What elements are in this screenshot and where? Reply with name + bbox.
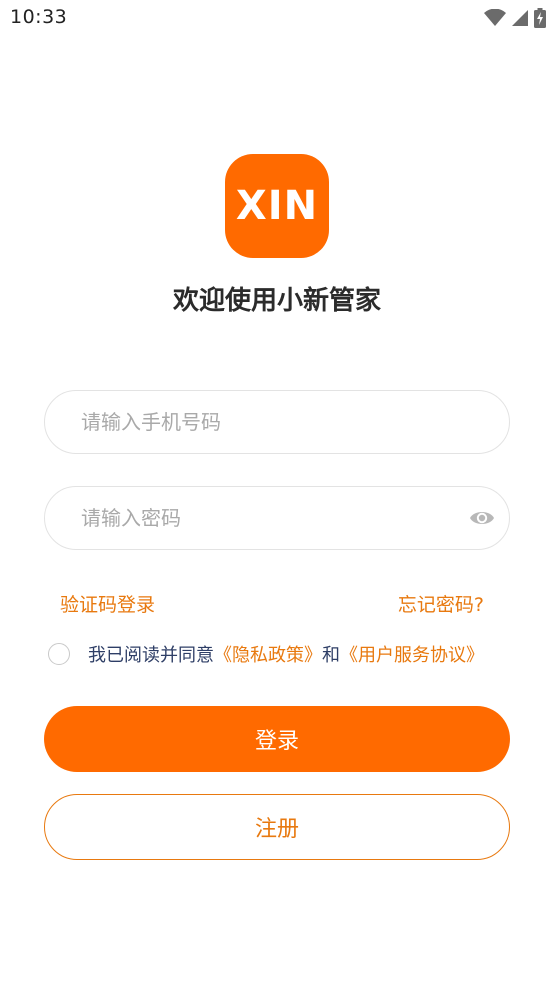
phone-field[interactable] (44, 390, 510, 454)
agreement-prefix: 我已阅读并同意 (88, 645, 214, 666)
privacy-policy-link[interactable]: 《隐私政策》 (214, 645, 322, 666)
agreement-row: 我已阅读并同意《隐私政策》和《用户服务协议》 (48, 641, 484, 667)
phone-input[interactable] (81, 391, 451, 453)
forgot-password-link[interactable]: 忘记密码? (398, 590, 484, 617)
agreement-checkbox[interactable] (48, 643, 70, 665)
password-input[interactable] (81, 487, 451, 549)
agreement-conjunction: 和 (322, 645, 340, 666)
status-bar: 10:33 (0, 0, 554, 38)
cellular-signal-icon (512, 10, 528, 26)
battery-charging-icon (534, 8, 546, 28)
welcome-title: 欢迎使用小新管家 (172, 286, 381, 316)
wifi-icon (484, 9, 506, 26)
eye-icon[interactable] (469, 507, 495, 529)
sms-login-link[interactable]: 验证码登录 (60, 590, 155, 617)
status-time: 10:33 (10, 6, 68, 28)
login-button[interactable]: 登录 (44, 706, 510, 772)
agreement-text: 我已阅读并同意《隐私政策》和《用户服务协议》 (88, 641, 484, 667)
password-field[interactable] (44, 486, 510, 550)
register-button[interactable]: 注册 (44, 794, 510, 860)
status-icons (484, 8, 546, 28)
app-logo-text: XIN (235, 183, 319, 229)
app-logo: XIN (225, 154, 329, 258)
user-agreement-link[interactable]: 《用户服务协议》 (340, 645, 484, 666)
